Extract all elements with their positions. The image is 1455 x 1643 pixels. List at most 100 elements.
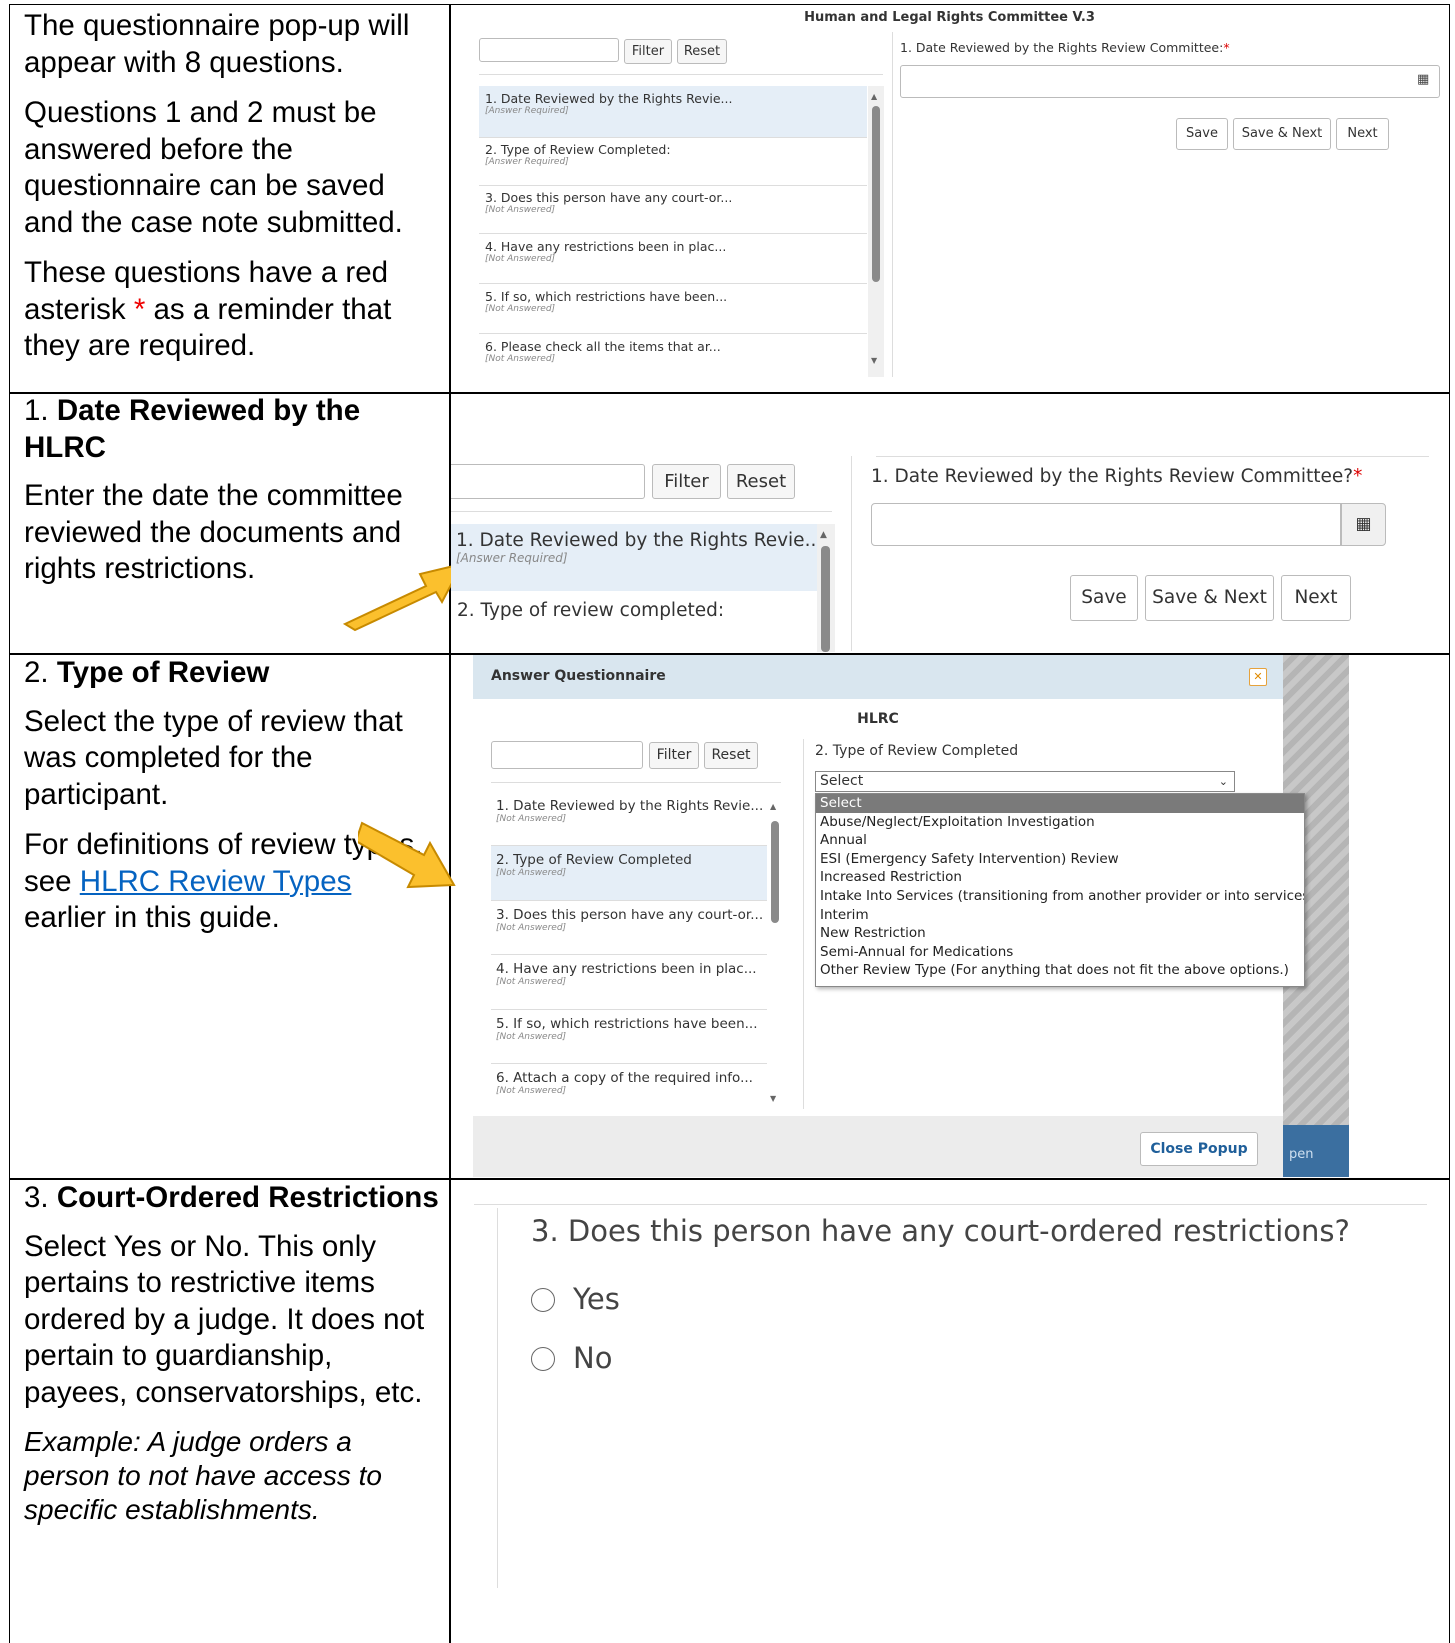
scroll-up-icon[interactable]: ▲ xyxy=(770,802,776,811)
yes-radio[interactable] xyxy=(531,1288,555,1312)
court-ordered-paragraph: Select Yes or No. This only pertains to … xyxy=(24,1229,425,1409)
list-item[interactable]: 5. If so, which restrictions have been..… xyxy=(479,284,867,334)
option-item[interactable]: Other Review Type (For anything that doe… xyxy=(816,961,1304,980)
intro-text: The questionnaire pop-up will appear wit… xyxy=(24,8,439,379)
pane-divider xyxy=(803,739,804,1109)
reset-button[interactable]: Reset xyxy=(677,39,727,64)
pane-divider xyxy=(851,456,852,651)
required-asterisk: * xyxy=(1353,466,1363,487)
intro-paragraph: The questionnaire pop-up will appear wit… xyxy=(24,9,410,79)
no-radio[interactable] xyxy=(531,1347,555,1371)
chevron-down-icon[interactable]: ⌄ xyxy=(1219,772,1228,791)
list-item[interactable]: 2. Type of review completed: xyxy=(457,600,724,621)
type-of-review-paragraph: Select the type of review that was compl… xyxy=(24,704,403,811)
close-popup-button[interactable]: Close Popup xyxy=(1140,1132,1258,1166)
pane-divider xyxy=(497,1208,498,1588)
section-heading: 2. Type of Review xyxy=(24,656,270,689)
save-next-button[interactable]: Save & Next xyxy=(1233,118,1331,150)
scrollbar-thumb[interactable] xyxy=(872,106,880,282)
list-item[interactable]: 6. Please check all the items that ar...… xyxy=(479,334,867,377)
answer-questionnaire-popup: Answer Questionnaire ✕ HLRC Filter Reset… xyxy=(473,655,1349,1177)
pane-divider xyxy=(892,32,893,377)
option-item[interactable]: Select xyxy=(816,794,1304,813)
list-item[interactable]: 2. Type of Review Completed [Not Answere… xyxy=(491,846,767,901)
calendar-icon[interactable]: ▦ xyxy=(1417,72,1429,87)
section-heading: 1. Date Reviewed by the HLRC xyxy=(24,394,361,464)
scroll-up-icon[interactable]: ▲ xyxy=(820,530,827,540)
divider xyxy=(491,782,781,783)
questionnaire-title: HLRC xyxy=(857,711,899,727)
background-button-label: pen xyxy=(1289,1147,1314,1162)
questionnaire-title: Human and Legal Rights Committee V.3 xyxy=(804,10,1095,25)
filter-button[interactable]: Filter xyxy=(624,39,672,64)
option-item[interactable]: ESI (Emergency Safety Intervention) Revi… xyxy=(816,850,1304,869)
filter-input[interactable] xyxy=(491,741,643,769)
example-paragraph: Example: A judge orders a person to not … xyxy=(24,1426,382,1525)
asterisk-paragraph: These questions have a red asterisk * as… xyxy=(24,256,392,362)
filter-input[interactable] xyxy=(451,464,645,499)
list-item[interactable]: 1. Date Reviewed by the Rights Revie... … xyxy=(451,524,822,591)
list-item[interactable]: 4. Have any restrictions been in plac...… xyxy=(491,955,767,1010)
filter-button[interactable]: Filter xyxy=(652,464,721,499)
no-label[interactable]: No xyxy=(573,1341,612,1375)
divider xyxy=(474,1204,1427,1205)
list-item[interactable]: 3. Does this person have any court-or...… xyxy=(479,186,867,234)
pointer-arrow-icon xyxy=(342,562,464,632)
option-item[interactable]: Semi-Annual for Medications xyxy=(816,943,1304,962)
scroll-up-icon[interactable]: ▲ xyxy=(871,92,877,101)
calendar-icon[interactable]: ▦ xyxy=(1341,503,1386,546)
list-item[interactable]: 2. Type of Review Completed: [Answer Req… xyxy=(479,138,867,186)
divider xyxy=(451,511,832,512)
questionnaire-screenshot-2: Filter Reset 1. Date Reviewed by the Rig… xyxy=(451,394,1448,652)
pointer-arrow-icon xyxy=(358,821,456,889)
next-button[interactable]: Next xyxy=(1336,118,1389,150)
list-item[interactable]: 3. Does this person have any court-or...… xyxy=(491,901,767,955)
reset-button[interactable]: Reset xyxy=(704,742,758,769)
question-label: 2. Type of Review Completed xyxy=(815,743,1019,759)
save-next-button[interactable]: Save & Next xyxy=(1145,575,1274,621)
option-item[interactable]: Increased Restriction xyxy=(816,868,1304,887)
next-button[interactable]: Next xyxy=(1281,575,1351,621)
date-input[interactable] xyxy=(900,65,1440,98)
review-type-options[interactable]: Select Abuse/Neglect/Exploitation Invest… xyxy=(815,793,1305,987)
yes-label[interactable]: Yes xyxy=(573,1282,620,1316)
save-button[interactable]: Save xyxy=(1176,118,1228,150)
option-item[interactable]: Annual xyxy=(816,831,1304,850)
popup-header: Answer Questionnaire ✕ xyxy=(473,655,1283,699)
hlrc-review-types-link[interactable]: HLRC Review Types xyxy=(80,865,352,898)
save-button[interactable]: Save xyxy=(1070,575,1138,621)
filter-button[interactable]: Filter xyxy=(649,742,699,769)
question-label: 1. Date Reviewed by the Rights Review Co… xyxy=(871,466,1363,487)
option-item[interactable]: New Restriction xyxy=(816,924,1304,943)
divider xyxy=(479,74,883,75)
question-label: 1. Date Reviewed by the Rights Review Co… xyxy=(900,40,1230,55)
court-ordered-text: 3. Court-Ordered Restrictions Select Yes… xyxy=(24,1180,439,1541)
divider xyxy=(876,456,1429,457)
list-item[interactable]: 5. If so, which restrictions have been..… xyxy=(491,1010,767,1064)
scrollbar-thumb[interactable] xyxy=(771,821,779,923)
required-asterisk: * xyxy=(133,292,146,326)
review-type-select[interactable]: Select ⌄ xyxy=(815,771,1235,792)
option-item[interactable]: Interim xyxy=(816,906,1304,925)
popup-title: Answer Questionnaire xyxy=(491,668,666,684)
type-of-review-text: 2. Type of Review Select the type of rev… xyxy=(24,655,439,951)
scrollbar-thumb[interactable] xyxy=(821,546,830,652)
required-asterisk: * xyxy=(1223,40,1230,55)
reset-button[interactable]: Reset xyxy=(727,464,795,499)
close-icon[interactable]: ✕ xyxy=(1249,668,1267,686)
date-input[interactable] xyxy=(871,503,1341,546)
list-item[interactable]: 4. Have any restrictions been in plac...… xyxy=(479,234,867,284)
questionnaire-screenshot-4: 3. Does this person have any court-order… xyxy=(451,1180,1448,1642)
section-heading: 3. Court-Ordered Restrictions xyxy=(24,1181,439,1214)
filter-input[interactable] xyxy=(479,38,619,62)
list-item[interactable]: 6. Attach a copy of the required info...… xyxy=(491,1064,767,1109)
list-item[interactable]: 1. Date Reviewed by the Rights Revie... … xyxy=(491,794,767,846)
list-item[interactable]: 1. Date Reviewed by the Rights Revie... … xyxy=(479,86,867,138)
scroll-down-icon[interactable]: ▼ xyxy=(871,356,877,365)
questionnaire-screenshot-1: Human and Legal Rights Committee V.3 Fil… xyxy=(451,6,1448,391)
scroll-down-icon[interactable]: ▼ xyxy=(770,1094,776,1103)
question-label: 3. Does this person have any court-order… xyxy=(531,1214,1350,1248)
option-item[interactable]: Abuse/Neglect/Exploitation Investigation xyxy=(816,813,1304,832)
required-paragraph: Questions 1 and 2 must be answered befor… xyxy=(24,96,403,239)
option-item[interactable]: Intake Into Services (transitioning from… xyxy=(816,887,1304,906)
